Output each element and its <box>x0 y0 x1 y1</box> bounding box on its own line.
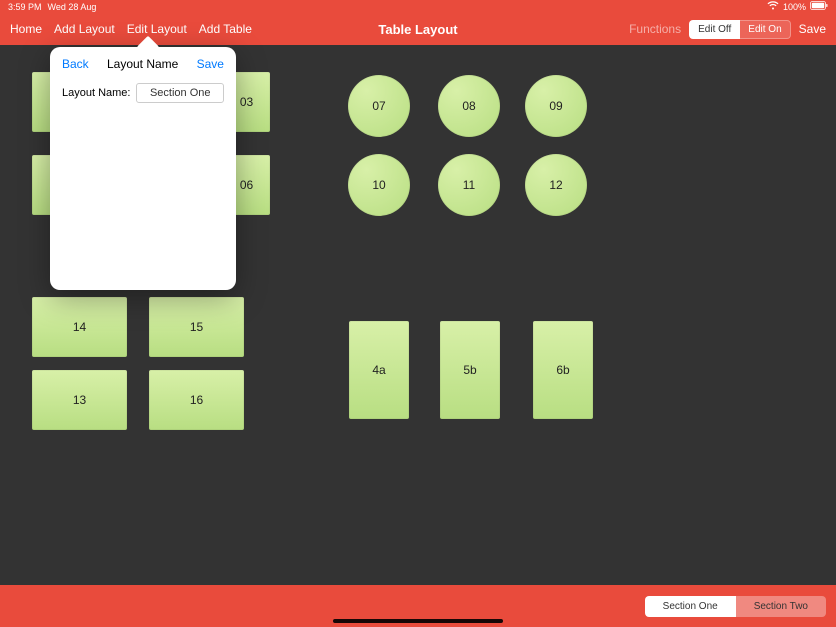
status-battery: 100% <box>783 2 806 12</box>
table-07[interactable]: 07 <box>348 75 410 137</box>
table-6b[interactable]: 6b <box>533 321 593 419</box>
home-indicator <box>333 619 503 623</box>
table-15[interactable]: 15 <box>149 297 244 357</box>
section-bar: Section One Section Two <box>0 585 836 627</box>
nav-edit-layout[interactable]: Edit Layout <box>127 22 187 36</box>
popover-title: Layout Name <box>107 57 178 71</box>
layout-name-input[interactable] <box>136 83 224 103</box>
section-one-button[interactable]: Section One <box>645 596 736 617</box>
popover-back-button[interactable]: Back <box>62 57 89 71</box>
table-09[interactable]: 09 <box>525 75 587 137</box>
table-10[interactable]: 10 <box>348 154 410 216</box>
table-11[interactable]: 11 <box>438 154 500 216</box>
status-bar: 3:59 PM Wed 28 Aug 100% <box>0 0 836 13</box>
nav-add-layout[interactable]: Add Layout <box>54 22 115 36</box>
nav-add-table[interactable]: Add Table <box>199 22 252 36</box>
popover-save-button[interactable]: Save <box>197 57 224 71</box>
nav-home[interactable]: Home <box>10 22 42 36</box>
wifi-icon <box>767 1 779 12</box>
table-14[interactable]: 14 <box>32 297 127 357</box>
table-08[interactable]: 08 <box>438 75 500 137</box>
edit-off-button[interactable]: Edit Off <box>689 20 740 39</box>
status-date: Wed 28 Aug <box>48 2 97 12</box>
battery-icon <box>810 1 828 12</box>
table-16[interactable]: 16 <box>149 370 244 430</box>
section-two-button[interactable]: Section Two <box>736 596 826 617</box>
nav-bar: Home Add Layout Edit Layout Add Table Ta… <box>0 13 836 45</box>
table-12[interactable]: 12 <box>525 154 587 216</box>
nav-save[interactable]: Save <box>799 22 826 36</box>
nav-functions[interactable]: Functions <box>629 22 681 36</box>
edit-mode-segment: Edit Off Edit On <box>689 20 791 39</box>
layout-name-popover: Back Layout Name Save Layout Name: <box>50 47 236 290</box>
table-13[interactable]: 13 <box>32 370 127 430</box>
layout-name-label: Layout Name: <box>62 87 130 99</box>
status-time: 3:59 PM <box>8 2 42 12</box>
edit-on-button[interactable]: Edit On <box>740 20 790 39</box>
table-4a[interactable]: 4a <box>349 321 409 419</box>
table-5b[interactable]: 5b <box>440 321 500 419</box>
section-segment: Section One Section Two <box>645 596 826 617</box>
